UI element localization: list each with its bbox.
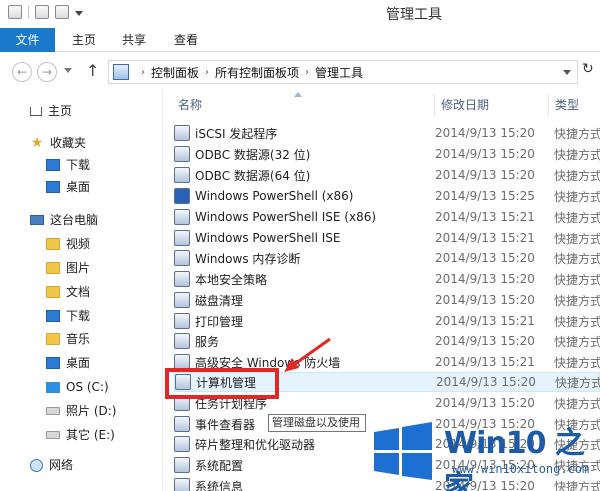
tab-view[interactable]: 查看 (166, 28, 206, 52)
tab-file[interactable]: 文件 (0, 28, 55, 52)
chevron-right-icon[interactable]: › (205, 67, 209, 78)
sidebar-item-downloads[interactable]: 下载 (46, 154, 90, 176)
properties-icon[interactable] (8, 5, 22, 19)
address-bar[interactable]: › 控制面板 › 所有控制面板项 › 管理工具 (108, 60, 578, 84)
new-folder-icon[interactable] (55, 5, 69, 19)
services-icon (174, 333, 190, 349)
system-config-icon (174, 457, 190, 473)
folder-icon (46, 238, 60, 250)
folder-icon (46, 286, 60, 298)
quick-access-toolbar (8, 5, 83, 19)
title-bar: 管理工具 (0, 0, 600, 28)
watermark: Win10 之家 www.win10xitong.com (372, 416, 597, 491)
odbc-icon (174, 146, 190, 162)
breadcrumb-admin-tools[interactable]: 管理工具 (315, 64, 363, 81)
sidebar-item-downloads-pc[interactable]: 下载 (46, 305, 90, 327)
breadcrumb-all-items[interactable]: 所有控制面板项 (215, 64, 299, 81)
folder-icon (46, 333, 60, 345)
star-icon: ★ (30, 135, 44, 151)
windows-logo-icon (374, 422, 432, 480)
system-info-icon (174, 478, 190, 491)
file-row[interactable]: 打印管理 2014/9/13 15:21 快捷方式 (174, 311, 600, 331)
window-title: 管理工具 (386, 7, 442, 23)
sidebar-item-home[interactable]: 主页 (30, 100, 72, 122)
file-row[interactable]: Windows 内存诊断 2014/9/13 15:20 快捷方式 (174, 248, 600, 268)
sort-ascending-icon (294, 92, 302, 97)
sidebar-item-videos[interactable]: 视频 (46, 233, 90, 255)
recent-locations-icon[interactable] (64, 68, 72, 73)
network-icon (30, 458, 43, 472)
iscsi-icon (174, 125, 190, 141)
file-row[interactable]: Windows PowerShell ISE 2014/9/13 15:21 快… (174, 228, 600, 248)
chevron-right-icon[interactable]: › (141, 67, 145, 78)
tab-home[interactable]: 主页 (64, 28, 104, 52)
powershell-ise-icon (174, 230, 190, 246)
sidebar-item-this-pc[interactable]: 这台电脑 (30, 209, 98, 231)
column-header-name[interactable]: 名称 (178, 94, 202, 116)
file-row[interactable]: ODBC 数据源(64 位) 2014/9/13 15:20 快捷方式 (174, 165, 600, 185)
desktop-folder-icon (46, 181, 60, 193)
forward-button[interactable]: → (37, 62, 57, 82)
back-button[interactable]: ← (12, 62, 32, 82)
refresh-icon[interactable]: ↻ (582, 61, 594, 77)
sidebar-item-desktop[interactable]: 桌面 (46, 176, 90, 198)
ribbon-tabs: 文件 主页 共享 查看 (0, 28, 600, 52)
home-icon (30, 106, 42, 116)
sidebar-item-network[interactable]: 网络 (30, 454, 73, 476)
event-viewer-icon (174, 416, 190, 432)
file-row[interactable]: ODBC 数据源(32 位) 2014/9/13 15:20 快捷方式 (174, 144, 600, 164)
tooltip: 管理磁盘以及使用 (268, 414, 366, 432)
chevron-right-icon[interactable]: › (305, 67, 309, 78)
defrag-icon (174, 436, 190, 452)
highlight-box (165, 368, 279, 399)
sidebar-item-pictures[interactable]: 图片 (46, 257, 90, 279)
disk-cleanup-icon (174, 292, 190, 308)
powershell-icon (174, 188, 190, 204)
new-document-icon[interactable] (35, 5, 49, 19)
drive-icon (46, 407, 60, 415)
file-row[interactable]: Windows PowerShell (x86) 2014/9/13 15:25… (174, 186, 600, 206)
odbc-icon (174, 167, 190, 183)
sidebar-item-drive-e[interactable]: 其它 (E:) (46, 424, 115, 446)
navigation-bar: ← → ↑ › 控制面板 › 所有控制面板项 › 管理工具 ↻ (0, 52, 600, 90)
windows-drive-icon (46, 381, 60, 393)
memory-diagnostic-icon (174, 250, 190, 266)
file-row[interactable]: 本地安全策略 2014/9/13 15:20 快捷方式 (174, 269, 600, 289)
address-dropdown-icon[interactable] (563, 70, 571, 75)
file-row[interactable]: 服务 2014/9/13 15:20 快捷方式 (174, 331, 600, 351)
computer-icon (30, 215, 44, 225)
sidebar-item-drive-d[interactable]: 照片 (D:) (46, 400, 116, 422)
file-row[interactable]: 磁盘清理 2014/9/13 15:20 快捷方式 (174, 290, 600, 310)
file-row[interactable]: iSCSI 发起程序 2014/9/13 15:20 快捷方式 (174, 123, 600, 143)
navigation-pane: 主页 ★ 收藏夹 下载 桌面 这台电脑 视频 图片 文档 下载 音乐 桌面 OS… (0, 90, 163, 491)
drive-icon (46, 431, 60, 439)
sidebar-item-desktop-pc[interactable]: 桌面 (46, 352, 90, 374)
desktop-folder-icon (46, 357, 60, 369)
watermark-brand: Win10 之家 (444, 426, 585, 491)
security-policy-icon (174, 271, 190, 287)
download-folder-icon (46, 159, 60, 171)
download-folder-icon (46, 310, 60, 322)
print-management-icon (174, 313, 190, 329)
breadcrumb-control-panel[interactable]: 控制面板 (151, 64, 199, 81)
toolbar-divider (28, 5, 29, 19)
tab-share[interactable]: 共享 (114, 28, 154, 52)
sidebar-item-favorites[interactable]: ★ 收藏夹 (30, 132, 86, 154)
file-row[interactable]: Windows PowerShell ISE (x86) 2014/9/13 1… (174, 207, 600, 227)
sidebar-item-drive-c[interactable]: OS (C:) (46, 376, 109, 398)
folder-icon (46, 262, 60, 274)
sidebar-item-music[interactable]: 音乐 (46, 328, 90, 350)
customize-toolbar-icon[interactable] (75, 10, 83, 16)
up-button[interactable]: ↑ (86, 61, 99, 80)
sidebar-item-documents[interactable]: 文档 (46, 281, 90, 303)
column-header-type[interactable]: 类型 (548, 94, 579, 116)
watermark-url: www.win10xitong.com (452, 462, 590, 476)
control-panel-icon (113, 64, 129, 80)
column-header-date[interactable]: 修改日期 (434, 94, 489, 116)
powershell-ise-icon (174, 209, 190, 225)
